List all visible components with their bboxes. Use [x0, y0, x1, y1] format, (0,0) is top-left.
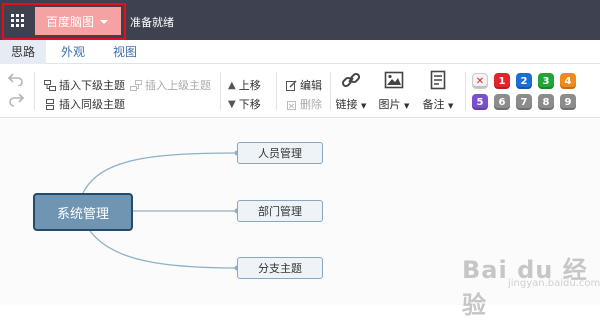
- move-up-label: 上移: [238, 79, 261, 92]
- redo-icon: [9, 94, 24, 107]
- insert-child-icon: [44, 79, 56, 91]
- priority-6-button[interactable]: 6: [494, 94, 510, 110]
- move-up-button[interactable]: ▲ 上移: [228, 77, 261, 93]
- tab-bar: 思路 外观 视图: [0, 40, 600, 64]
- title-bar: 百度脑图 准备就绪: [0, 0, 600, 40]
- note-icon: [430, 70, 446, 90]
- delete-label: 删除: [300, 98, 322, 111]
- edit-icon: [286, 80, 297, 91]
- priority-clear-button[interactable]: ✕: [472, 73, 488, 89]
- edit-button[interactable]: 编辑: [286, 77, 322, 93]
- topic-node-personnel[interactable]: 人员管理: [237, 142, 323, 164]
- toolbar-divider: [34, 72, 35, 110]
- chevron-down-icon: ▼: [361, 102, 367, 110]
- insert-parent-icon: [130, 79, 142, 91]
- toolbar: 插入下级主题 插入上级主题 插入同级主题 ▲ 上移 ▼ 下移 编辑 删除 链接 …: [0, 64, 600, 118]
- topic-node-branch[interactable]: 分支主题: [237, 257, 323, 279]
- insert-sibling-label: 插入同级主题: [59, 98, 125, 111]
- note-label: 备注: [422, 98, 445, 111]
- link-icon: [341, 72, 361, 88]
- connector-line: [89, 230, 238, 269]
- delete-icon: [287, 100, 296, 110]
- priority-2-button[interactable]: 2: [516, 73, 532, 89]
- root-topic-node[interactable]: 系统管理: [33, 193, 133, 231]
- link-button[interactable]: 链接 ▼: [334, 70, 368, 112]
- move-down-button[interactable]: ▼ 下移: [228, 96, 261, 112]
- priority-3-button[interactable]: 3: [538, 73, 554, 89]
- note-button[interactable]: 备注 ▼: [421, 70, 455, 112]
- chevron-down-icon: ▼: [404, 102, 410, 110]
- edit-label: 编辑: [300, 79, 322, 92]
- insert-parent-label: 插入上级主题: [145, 79, 211, 92]
- chevron-down-icon: ▼: [448, 102, 454, 110]
- toolbar-divider: [465, 72, 466, 110]
- redo-button[interactable]: [8, 94, 24, 108]
- arrow-up-icon: ▲: [228, 79, 236, 91]
- insert-child-button[interactable]: 插入下级主题: [44, 77, 125, 93]
- insert-parent-button[interactable]: 插入上级主题: [130, 77, 211, 93]
- delete-button[interactable]: 删除: [286, 96, 322, 112]
- image-icon: [384, 71, 404, 89]
- arrow-down-icon: ▼: [228, 98, 236, 110]
- move-down-label: 下移: [238, 98, 261, 111]
- image-button[interactable]: 图片 ▼: [377, 70, 411, 112]
- insert-sibling-icon: [46, 98, 54, 110]
- tab-appearance[interactable]: 外观: [50, 40, 96, 64]
- apps-menu-button[interactable]: [0, 3, 34, 37]
- insert-sibling-button[interactable]: 插入同级主题: [44, 96, 125, 112]
- topic-node-department[interactable]: 部门管理: [237, 200, 323, 222]
- undo-button[interactable]: [8, 72, 24, 86]
- grid-icon: [10, 13, 24, 27]
- priority-1-button[interactable]: 1: [494, 73, 510, 89]
- image-label: 图片: [378, 98, 401, 111]
- status-text: 准备就绪: [130, 16, 174, 29]
- document-name-menu[interactable]: 百度脑图: [35, 7, 121, 35]
- tab-idea[interactable]: 思路: [0, 40, 46, 64]
- priority-7-button[interactable]: 7: [516, 94, 532, 110]
- toolbar-divider: [330, 72, 331, 110]
- priority-8-button[interactable]: 8: [538, 94, 554, 110]
- document-name: 百度脑图: [46, 14, 95, 29]
- chevron-down-icon: [100, 20, 109, 24]
- priority-4-button[interactable]: 4: [560, 73, 576, 89]
- watermark-url: jingyan.baidu.com: [508, 278, 600, 289]
- link-label: 链接: [335, 98, 358, 111]
- connector-line: [82, 152, 238, 194]
- insert-child-label: 插入下级主题: [59, 79, 125, 92]
- priority-9-button[interactable]: 9: [560, 94, 576, 110]
- priority-5-button[interactable]: 5: [472, 94, 488, 110]
- toolbar-divider: [220, 72, 221, 110]
- toolbar-divider: [276, 72, 277, 110]
- undo-icon: [8, 73, 23, 86]
- tab-view[interactable]: 视图: [102, 40, 148, 64]
